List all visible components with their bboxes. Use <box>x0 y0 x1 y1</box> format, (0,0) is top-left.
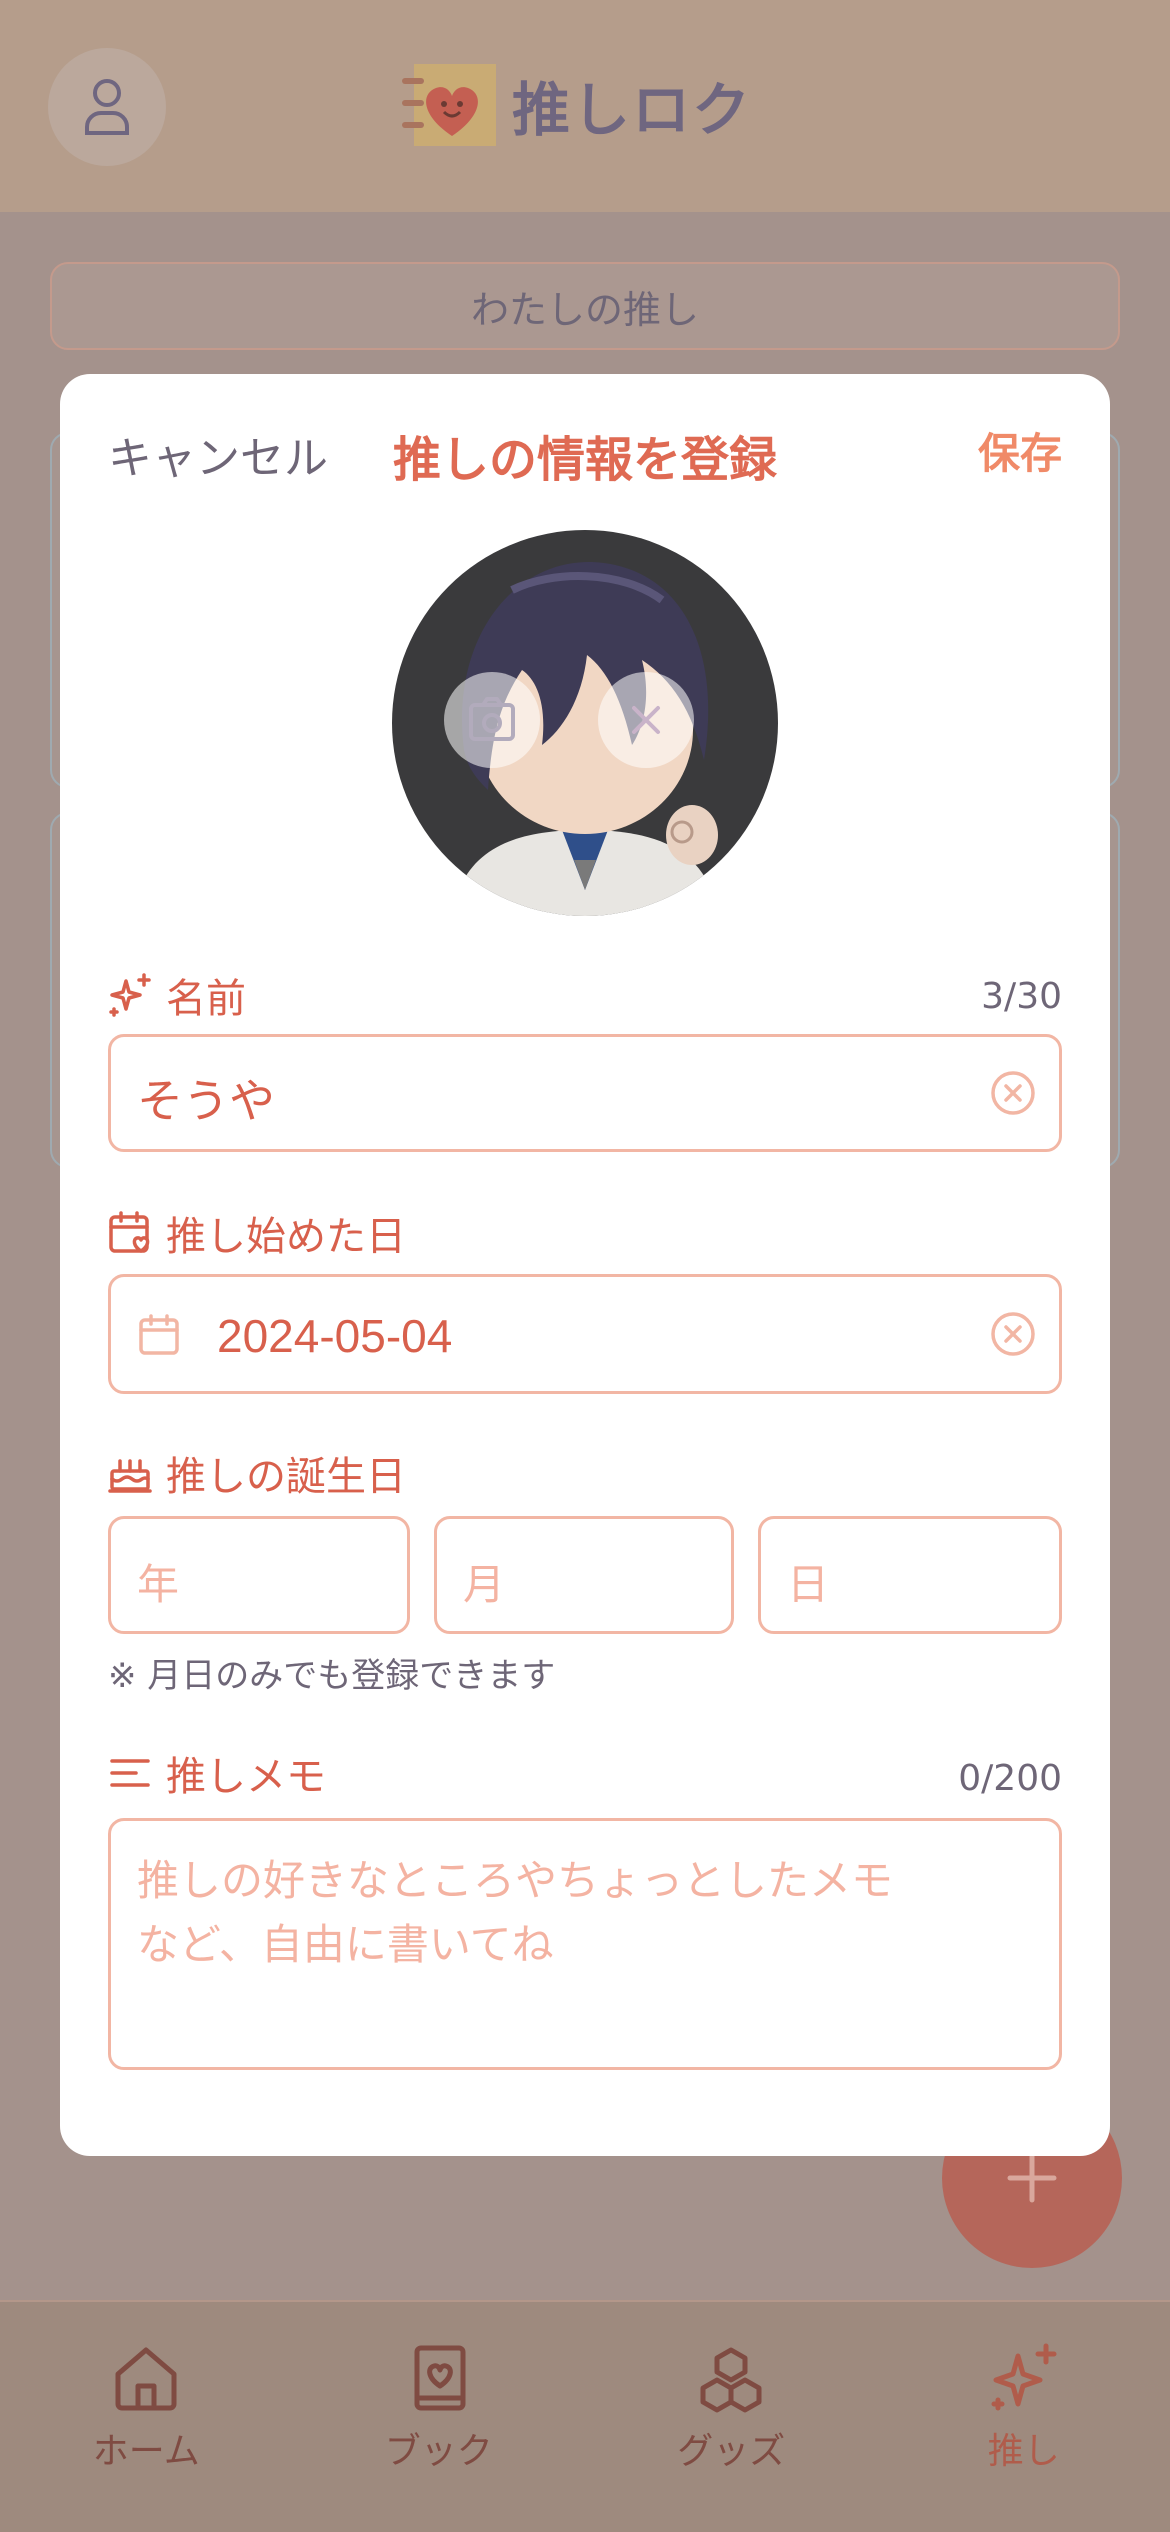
my-oshi-tab[interactable]: わたしの推し <box>50 262 1120 350</box>
tab-home-label: ホーム <box>92 2431 200 2472</box>
home-icon <box>115 2347 177 2411</box>
tab-goods-label: グッズ <box>677 2431 786 2472</box>
logo-notebook-heart-icon <box>402 60 498 150</box>
tab-oshi-label: 推し <box>987 2431 1060 2472</box>
profile-button[interactable] <box>48 48 166 166</box>
bottom-tab-bar: ホーム ブック グッズ 推し <box>0 2300 1170 2532</box>
memo-placeholder-line2: など、自由に書いてね <box>137 1920 554 1969</box>
day-placeholder: 日 <box>787 1560 830 1609</box>
start-date-label-text: 推し始めた日 <box>166 1214 406 1260</box>
tab-book[interactable]: ブック <box>293 2302 586 2532</box>
memo-field-label: 推しメモ <box>108 1744 326 1802</box>
image-edit-icon <box>469 697 515 741</box>
name-input[interactable]: そうや <box>108 1034 1062 1152</box>
start-date-value: 2024-05-04 <box>217 1310 453 1362</box>
birthday-year-input[interactable]: 年 <box>108 1516 410 1634</box>
calendar-icon <box>139 1314 179 1355</box>
name-input-value: そうや <box>137 1074 275 1128</box>
clear-icon[interactable] <box>989 1310 1037 1358</box>
sparkles-icon <box>109 973 151 1017</box>
start-date-input[interactable]: 2024-05-04 <box>108 1274 1062 1394</box>
start-date-field-label: 推し始めた日 <box>108 1204 406 1262</box>
name-char-counter: 3/30 <box>981 976 1062 1017</box>
year-placeholder: 年 <box>137 1560 180 1609</box>
tab-home[interactable]: ホーム <box>0 2302 293 2532</box>
name-field-label: 名前 <box>108 966 246 1024</box>
remove-photo-button[interactable] <box>598 672 694 768</box>
change-photo-button[interactable] <box>444 672 540 768</box>
birthday-day-input[interactable]: 日 <box>758 1516 1062 1634</box>
app-header: 推しロク <box>0 0 1170 212</box>
cake-icon <box>108 1459 152 1493</box>
tab-oshi[interactable]: 推し <box>878 2302 1170 2532</box>
name-label-text: 名前 <box>166 976 246 1022</box>
menu-lines-icon <box>110 1759 150 1787</box>
close-icon <box>632 706 660 734</box>
memo-textarea[interactable]: 推しの好きなところやちょっとしたメモ など、自由に書いてね <box>108 1818 1062 2070</box>
modal-title: 推しの情報を登録 <box>392 432 777 488</box>
modal-header: キャンセル 推しの情報を登録 保存 <box>60 374 1110 534</box>
boxes-icon <box>700 2347 762 2413</box>
sparkles-icon <box>991 2343 1057 2411</box>
tab-book-label: ブック <box>384 2431 493 2472</box>
birthday-month-input[interactable]: 月 <box>434 1516 734 1634</box>
app-title: 推しロク <box>512 76 753 144</box>
memo-label-text: 推しメモ <box>166 1754 326 1800</box>
user-icon <box>85 79 129 135</box>
register-oshi-modal: キャンセル 推しの情報を登録 保存 名前 3/30 そうや 推し始めた日 202… <box>60 374 1110 2156</box>
book-heart-icon <box>414 2345 466 2411</box>
oshi-photo[interactable] <box>392 530 778 916</box>
calendar-heart-icon <box>109 1211 150 1253</box>
birthday-label-text: 推しの誕生日 <box>166 1454 406 1500</box>
birthday-field-label: 推しの誕生日 <box>108 1444 406 1502</box>
memo-placeholder-line1: 推しの好きなところやちょっとしたメモ <box>137 1856 894 1905</box>
save-button[interactable]: 保存 <box>978 420 1062 481</box>
memo-char-counter: 0/200 <box>958 1758 1062 1799</box>
plus-icon <box>1007 2153 1057 2203</box>
app-logo: 推しロク <box>402 60 752 150</box>
clear-icon[interactable] <box>989 1069 1037 1117</box>
birthday-hint: ※ 月日のみでも登録できます <box>108 1656 556 1696</box>
month-placeholder: 月 <box>463 1560 506 1609</box>
tab-goods[interactable]: グッズ <box>585 2302 878 2532</box>
